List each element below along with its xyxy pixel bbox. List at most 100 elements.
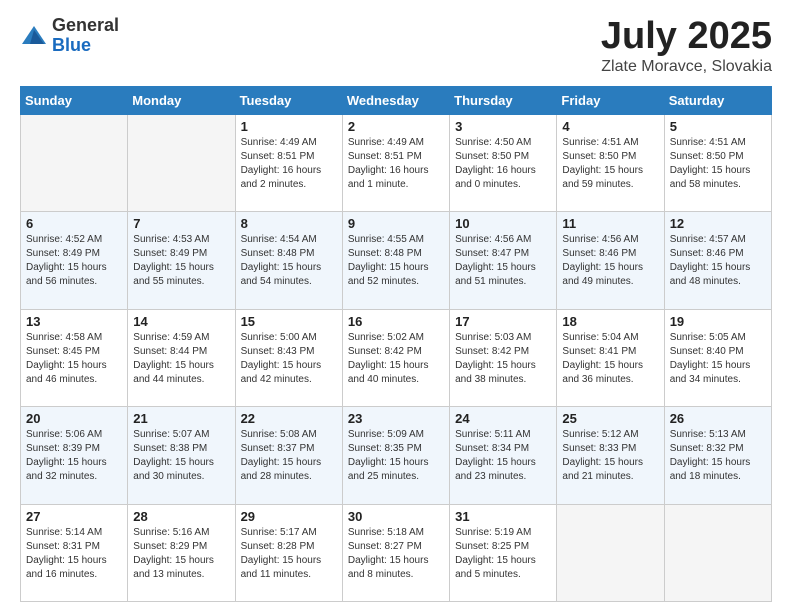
- calendar-cell: 18Sunrise: 5:04 AMSunset: 8:41 PMDayligh…: [557, 309, 664, 406]
- calendar-cell: [664, 504, 771, 601]
- day-info: Sunrise: 4:57 AMSunset: 8:46 PMDaylight:…: [670, 233, 766, 289]
- day-info: Sunrise: 5:05 AMSunset: 8:40 PMDaylight:…: [670, 331, 766, 387]
- day-info: Sunrise: 4:56 AMSunset: 8:46 PMDaylight:…: [562, 233, 658, 289]
- calendar-cell: 1Sunrise: 4:49 AMSunset: 8:51 PMDaylight…: [235, 114, 342, 211]
- day-number: 15: [241, 314, 337, 329]
- calendar-week-row: 6Sunrise: 4:52 AMSunset: 8:49 PMDaylight…: [21, 212, 772, 309]
- day-number: 25: [562, 411, 658, 426]
- day-info: Sunrise: 4:54 AMSunset: 8:48 PMDaylight:…: [241, 233, 337, 289]
- day-number: 28: [133, 509, 229, 524]
- calendar-cell: 14Sunrise: 4:59 AMSunset: 8:44 PMDayligh…: [128, 309, 235, 406]
- day-number: 10: [455, 216, 551, 231]
- day-number: 31: [455, 509, 551, 524]
- calendar-cell: [21, 114, 128, 211]
- day-info: Sunrise: 4:53 AMSunset: 8:49 PMDaylight:…: [133, 233, 229, 289]
- day-info: Sunrise: 4:56 AMSunset: 8:47 PMDaylight:…: [455, 233, 551, 289]
- day-info: Sunrise: 5:04 AMSunset: 8:41 PMDaylight:…: [562, 331, 658, 387]
- calendar-cell: 20Sunrise: 5:06 AMSunset: 8:39 PMDayligh…: [21, 407, 128, 504]
- day-number: 29: [241, 509, 337, 524]
- weekday-header: Thursday: [450, 86, 557, 114]
- day-info: Sunrise: 5:06 AMSunset: 8:39 PMDaylight:…: [26, 428, 122, 484]
- day-number: 16: [348, 314, 444, 329]
- calendar-cell: 24 Sunrise: 5:11 AMSunset: 8:34 PMDayligh…: [450, 407, 557, 504]
- day-info: Sunrise: 5:16 AMSunset: 8:29 PMDaylight:…: [133, 526, 229, 582]
- day-number: 30: [348, 509, 444, 524]
- weekday-header: Saturday: [664, 86, 771, 114]
- calendar-cell: 16Sunrise: 5:02 AMSunset: 8:42 PMDayligh…: [342, 309, 449, 406]
- calendar-cell: 8 Sunrise: 4:54 AMSunset: 8:48 PMDaylight…: [235, 212, 342, 309]
- day-number: 19: [670, 314, 766, 329]
- calendar-cell: 12 Sunrise: 4:57 AMSunset: 8:46 PMDayligh…: [664, 212, 771, 309]
- calendar-cell: 13Sunrise: 4:58 AMSunset: 8:45 PMDayligh…: [21, 309, 128, 406]
- calendar-cell: 10 Sunrise: 4:56 AMSunset: 8:47 PMDayligh…: [450, 212, 557, 309]
- logo-general: General: [52, 15, 119, 35]
- day-info: Sunrise: 4:50 AMSunset: 8:50 PMDaylight:…: [455, 136, 551, 192]
- header: General Blue July 2025 Zlate Moravce, Sl…: [20, 16, 772, 76]
- calendar-cell: 30Sunrise: 5:18 AMSunset: 8:27 PMDayligh…: [342, 504, 449, 601]
- day-info: Sunrise: 4:49 AMSunset: 8:51 PMDaylight:…: [241, 136, 337, 192]
- calendar-cell: 22 Sunrise: 5:08 AMSunset: 8:37 PMDayligh…: [235, 407, 342, 504]
- calendar-cell: 26 Sunrise: 5:13 AMSunset: 8:32 PMDayligh…: [664, 407, 771, 504]
- day-number: 12: [670, 216, 766, 231]
- weekday-header: Wednesday: [342, 86, 449, 114]
- day-info: Sunrise: 4:51 AMSunset: 8:50 PMDaylight:…: [670, 136, 766, 192]
- day-info: Sunrise: 5:07 AMSunset: 8:38 PMDaylight:…: [133, 428, 229, 484]
- logo-icon: [20, 22, 48, 50]
- day-number: 7: [133, 216, 229, 231]
- calendar-week-row: 20Sunrise: 5:06 AMSunset: 8:39 PMDayligh…: [21, 407, 772, 504]
- calendar-cell: 9 Sunrise: 4:55 AMSunset: 8:48 PMDaylight…: [342, 212, 449, 309]
- calendar-cell: 29 Sunrise: 5:17 AMSunset: 8:28 PMDayligh…: [235, 504, 342, 601]
- day-number: 5: [670, 119, 766, 134]
- day-number: 27: [26, 509, 122, 524]
- day-number: 3: [455, 119, 551, 134]
- calendar-cell: 23Sunrise: 5:09 AMSunset: 8:35 PMDayligh…: [342, 407, 449, 504]
- day-info: Sunrise: 4:49 AMSunset: 8:51 PMDaylight:…: [348, 136, 444, 192]
- day-number: 22: [241, 411, 337, 426]
- day-info: Sunrise: 5:03 AMSunset: 8:42 PMDaylight:…: [455, 331, 551, 387]
- calendar-cell: 17Sunrise: 5:03 AMSunset: 8:42 PMDayligh…: [450, 309, 557, 406]
- day-info: Sunrise: 5:08 AMSunset: 8:37 PMDaylight:…: [241, 428, 337, 484]
- day-number: 24: [455, 411, 551, 426]
- day-number: 21: [133, 411, 229, 426]
- calendar-cell: 28 Sunrise: 5:16 AMSunset: 8:29 PMDayligh…: [128, 504, 235, 601]
- day-info: Sunrise: 5:11 AMSunset: 8:34 PMDaylight:…: [455, 428, 551, 484]
- weekday-header-row: SundayMondayTuesdayWednesdayThursdayFrid…: [21, 86, 772, 114]
- calendar-week-row: 13Sunrise: 4:58 AMSunset: 8:45 PMDayligh…: [21, 309, 772, 406]
- day-info: Sunrise: 5:14 AMSunset: 8:31 PMDaylight:…: [26, 526, 122, 582]
- day-info: Sunrise: 5:00 AMSunset: 8:43 PMDaylight:…: [241, 331, 337, 387]
- month-title: July 2025: [601, 16, 772, 58]
- day-info: Sunrise: 4:52 AMSunset: 8:49 PMDaylight:…: [26, 233, 122, 289]
- calendar-cell: 19 Sunrise: 5:05 AMSunset: 8:40 PMDayligh…: [664, 309, 771, 406]
- calendar-cell: 3 Sunrise: 4:50 AMSunset: 8:50 PMDaylight…: [450, 114, 557, 211]
- day-info: Sunrise: 5:17 AMSunset: 8:28 PMDaylight:…: [241, 526, 337, 582]
- day-number: 13: [26, 314, 122, 329]
- title-block: July 2025 Zlate Moravce, Slovakia: [601, 16, 772, 76]
- day-number: 26: [670, 411, 766, 426]
- calendar-cell: 4 Sunrise: 4:51 AMSunset: 8:50 PMDaylight…: [557, 114, 664, 211]
- calendar-cell: 15 Sunrise: 5:00 AMSunset: 8:43 PMDayligh…: [235, 309, 342, 406]
- day-number: 8: [241, 216, 337, 231]
- day-info: Sunrise: 4:55 AMSunset: 8:48 PMDaylight:…: [348, 233, 444, 289]
- day-info: Sunrise: 4:51 AMSunset: 8:50 PMDaylight:…: [562, 136, 658, 192]
- day-info: Sunrise: 5:13 AMSunset: 8:32 PMDaylight:…: [670, 428, 766, 484]
- calendar-cell: [128, 114, 235, 211]
- logo-blue: Blue: [52, 35, 91, 55]
- logo: General Blue: [20, 16, 119, 56]
- calendar-cell: 31 Sunrise: 5:19 AMSunset: 8:25 PMDayligh…: [450, 504, 557, 601]
- calendar-cell: 6Sunrise: 4:52 AMSunset: 8:49 PMDaylight…: [21, 212, 128, 309]
- calendar-cell: 25Sunrise: 5:12 AMSunset: 8:33 PMDayligh…: [557, 407, 664, 504]
- location: Zlate Moravce, Slovakia: [601, 58, 772, 76]
- calendar-week-row: 1Sunrise: 4:49 AMSunset: 8:51 PMDaylight…: [21, 114, 772, 211]
- weekday-header: Tuesday: [235, 86, 342, 114]
- calendar-cell: 11Sunrise: 4:56 AMSunset: 8:46 PMDayligh…: [557, 212, 664, 309]
- weekday-header: Friday: [557, 86, 664, 114]
- day-info: Sunrise: 5:19 AMSunset: 8:25 PMDaylight:…: [455, 526, 551, 582]
- calendar-cell: 5 Sunrise: 4:51 AMSunset: 8:50 PMDaylight…: [664, 114, 771, 211]
- calendar-cell: 21 Sunrise: 5:07 AMSunset: 8:38 PMDayligh…: [128, 407, 235, 504]
- weekday-header: Monday: [128, 86, 235, 114]
- day-number: 4: [562, 119, 658, 134]
- calendar-cell: 7 Sunrise: 4:53 AMSunset: 8:49 PMDaylight…: [128, 212, 235, 309]
- day-number: 14: [133, 314, 229, 329]
- day-number: 9: [348, 216, 444, 231]
- page: General Blue July 2025 Zlate Moravce, Sl…: [0, 0, 792, 612]
